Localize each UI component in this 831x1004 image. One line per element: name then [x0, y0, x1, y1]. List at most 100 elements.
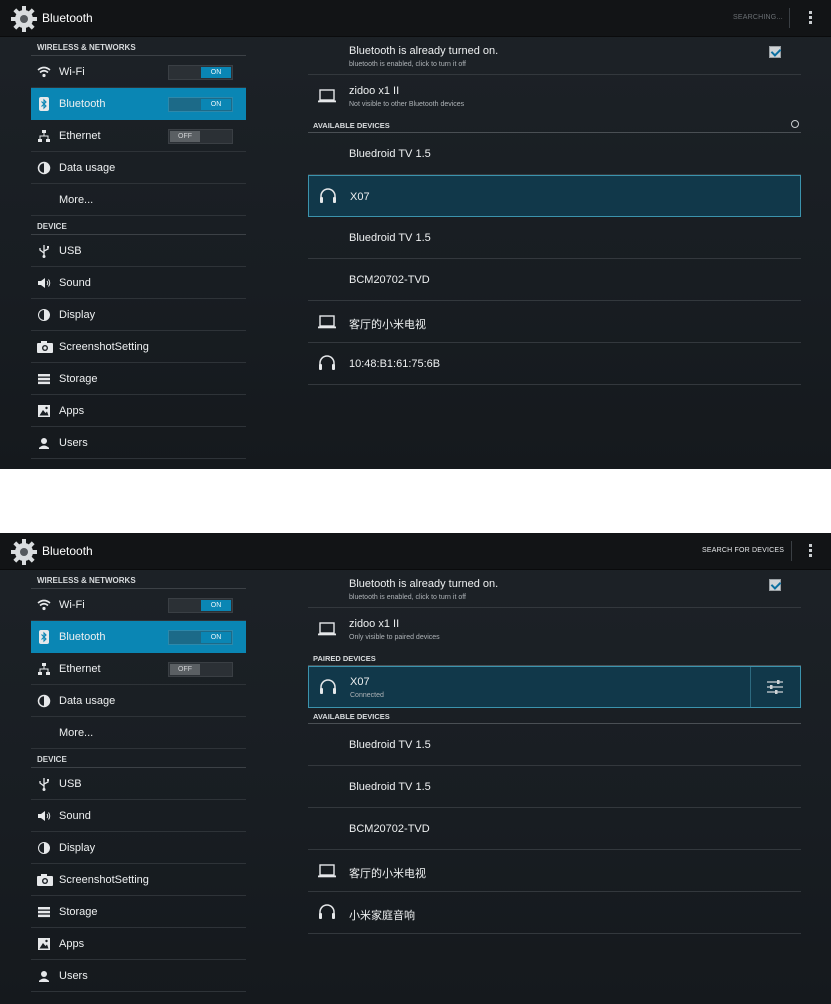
- bt-status-title: Bluetooth is already turned on.: [349, 578, 499, 590]
- sidebar-item-label: Sound: [59, 277, 91, 289]
- sidebar-item-apps[interactable]: Apps: [31, 395, 246, 427]
- sidebar-item-label: Ethernet: [59, 663, 101, 675]
- action-bar: Bluetooth SEARCH FOR DEVICES: [0, 533, 831, 570]
- bt-status-subtitle: bluetooth is enabled, click to turn it o…: [349, 594, 466, 601]
- sidebar-item-usb[interactable]: USB: [31, 768, 246, 800]
- sidebar-item-screenshot[interactable]: ScreenshotSetting: [31, 864, 246, 896]
- search-for-devices-button[interactable]: SEARCH FOR DEVICES: [702, 547, 784, 554]
- section-header-wireless: WIRELESS & NETWORKS: [31, 570, 246, 589]
- sidebar-item-wifi[interactable]: Wi-Fi ON: [31, 56, 246, 88]
- paired-device-item[interactable]: X07 Connected: [308, 666, 801, 708]
- sidebar-item-storage[interactable]: Storage: [31, 363, 246, 395]
- settings-sidebar: WIRELESS & NETWORKS Wi-Fi ON Bluetooth O…: [31, 570, 246, 992]
- overflow-menu-icon[interactable]: [807, 11, 813, 27]
- device-item-name: 10:48:B1:61:75:6B: [349, 358, 441, 370]
- storage-icon: [37, 372, 51, 386]
- header-label: PAIRED DEVICES: [313, 654, 376, 663]
- sidebar-item-label: Wi-Fi: [59, 599, 85, 611]
- device-item[interactable]: 小米家庭音响: [308, 892, 801, 934]
- device-item[interactable]: Bluedroid TV 1.5: [308, 724, 801, 766]
- device-item-name: BCM20702-TVD: [349, 823, 430, 835]
- bluetooth-panel: Bluetooth is already turned on. bluetoot…: [308, 570, 801, 934]
- toggle-state: OFF: [170, 664, 200, 675]
- toggle-state: ON: [201, 632, 231, 643]
- available-devices-header: AVAILABLE DEVICES: [308, 708, 801, 724]
- sidebar-item-ethernet[interactable]: Ethernet OFF: [31, 120, 246, 152]
- headphones-icon: [319, 904, 335, 919]
- sidebar-item-data-usage[interactable]: Data usage: [31, 685, 246, 717]
- users-icon: [37, 436, 51, 450]
- sidebar-item-bluetooth[interactable]: Bluetooth ON: [31, 621, 246, 653]
- visibility-status: Only visible to paired devices: [349, 634, 440, 641]
- wifi-icon: [37, 598, 51, 612]
- visibility-status: Not visible to other Bluetooth devices: [349, 101, 465, 108]
- wifi-toggle[interactable]: ON: [168, 65, 233, 80]
- sidebar-item-apps[interactable]: Apps: [31, 928, 246, 960]
- sidebar-item-display[interactable]: Display: [31, 299, 246, 331]
- ethernet-toggle[interactable]: OFF: [168, 129, 233, 144]
- sidebar-item-users[interactable]: Users: [31, 960, 246, 992]
- bt-status-subtitle: bluetooth is enabled, click to turn it o…: [349, 61, 466, 68]
- bluetooth-checkbox[interactable]: [769, 46, 781, 58]
- settings-gear-icon[interactable]: [9, 4, 39, 34]
- wifi-toggle[interactable]: ON: [168, 598, 233, 613]
- device-item[interactable]: Bluedroid TV 1.5: [308, 133, 801, 175]
- sidebar-item-bluetooth[interactable]: Bluetooth ON: [31, 88, 246, 120]
- sidebar-item-data-usage[interactable]: Data usage: [31, 152, 246, 184]
- bluetooth-panel: Bluetooth is already turned on. bluetoot…: [308, 37, 801, 385]
- bt-status-title: Bluetooth is already turned on.: [349, 45, 499, 57]
- device-item[interactable]: 客厅的小米电视: [308, 301, 801, 343]
- apps-icon: [37, 937, 51, 951]
- bluetooth-toggle-row[interactable]: Bluetooth is already turned on. bluetoot…: [308, 37, 801, 75]
- device-item[interactable]: Bluedroid TV 1.5: [308, 766, 801, 808]
- this-device-row[interactable]: zidoo x1 II Not visible to other Bluetoo…: [308, 75, 801, 117]
- device-item-name: BCM20702-TVD: [349, 274, 430, 286]
- device-item-name: 客厅的小米电视: [349, 868, 426, 880]
- sidebar-item-sound[interactable]: Sound: [31, 800, 246, 832]
- sidebar-item-sound[interactable]: Sound: [31, 267, 246, 299]
- sidebar-item-label: USB: [59, 245, 82, 257]
- usb-icon: [37, 777, 51, 791]
- settings-gear-icon[interactable]: [9, 537, 39, 567]
- laptop-icon: [318, 315, 336, 329]
- device-item-selected[interactable]: X07: [308, 175, 801, 217]
- device-item[interactable]: Bluedroid TV 1.5: [308, 217, 801, 259]
- sidebar-item-label: Ethernet: [59, 130, 101, 142]
- bluetooth-checkbox[interactable]: [769, 579, 781, 591]
- sidebar-item-wifi[interactable]: Wi-Fi ON: [31, 589, 246, 621]
- sidebar-item-users[interactable]: Users: [31, 427, 246, 459]
- bluetooth-toggle[interactable]: ON: [168, 630, 233, 645]
- device-item-name: Bluedroid TV 1.5: [349, 148, 431, 160]
- toggle-state: ON: [201, 600, 231, 611]
- overflow-menu-icon[interactable]: [807, 544, 813, 560]
- device-item[interactable]: 客厅的小米电视: [308, 850, 801, 892]
- camera-icon: [37, 340, 53, 354]
- sidebar-item-screenshot[interactable]: ScreenshotSetting: [31, 331, 246, 363]
- bluetooth-toggle-row[interactable]: Bluetooth is already turned on. bluetoot…: [308, 570, 801, 608]
- device-item[interactable]: BCM20702-TVD: [308, 808, 801, 850]
- sidebar-item-label: Users: [59, 437, 88, 449]
- sidebar-item-storage[interactable]: Storage: [31, 896, 246, 928]
- storage-icon: [37, 905, 51, 919]
- sidebar-item-usb[interactable]: USB: [31, 235, 246, 267]
- sidebar-item-ethernet[interactable]: Ethernet OFF: [31, 653, 246, 685]
- device-item[interactable]: 10:48:B1:61:75:6B: [308, 343, 801, 385]
- device-settings-button[interactable]: [750, 667, 800, 707]
- ethernet-icon: [37, 129, 51, 143]
- sidebar-item-display[interactable]: Display: [31, 832, 246, 864]
- this-device-row[interactable]: zidoo x1 II Only visible to paired devic…: [308, 608, 801, 650]
- page-title: Bluetooth: [42, 544, 93, 558]
- device-item-name: Bluedroid TV 1.5: [349, 739, 431, 751]
- sidebar-item-more[interactable]: More...: [31, 717, 246, 749]
- sidebar-item-more[interactable]: More...: [31, 184, 246, 216]
- sidebar-item-label: Data usage: [59, 695, 116, 707]
- toggle-state: ON: [201, 99, 231, 110]
- sidebar-item-label: Display: [59, 309, 96, 321]
- sidebar-item-label: ScreenshotSetting: [59, 341, 149, 353]
- laptop-icon: [318, 622, 336, 636]
- device-item[interactable]: BCM20702-TVD: [308, 259, 801, 301]
- sidebar-item-label: Display: [59, 842, 96, 854]
- ethernet-toggle[interactable]: OFF: [168, 662, 233, 677]
- bluetooth-toggle[interactable]: ON: [168, 97, 233, 112]
- ethernet-icon: [37, 662, 51, 676]
